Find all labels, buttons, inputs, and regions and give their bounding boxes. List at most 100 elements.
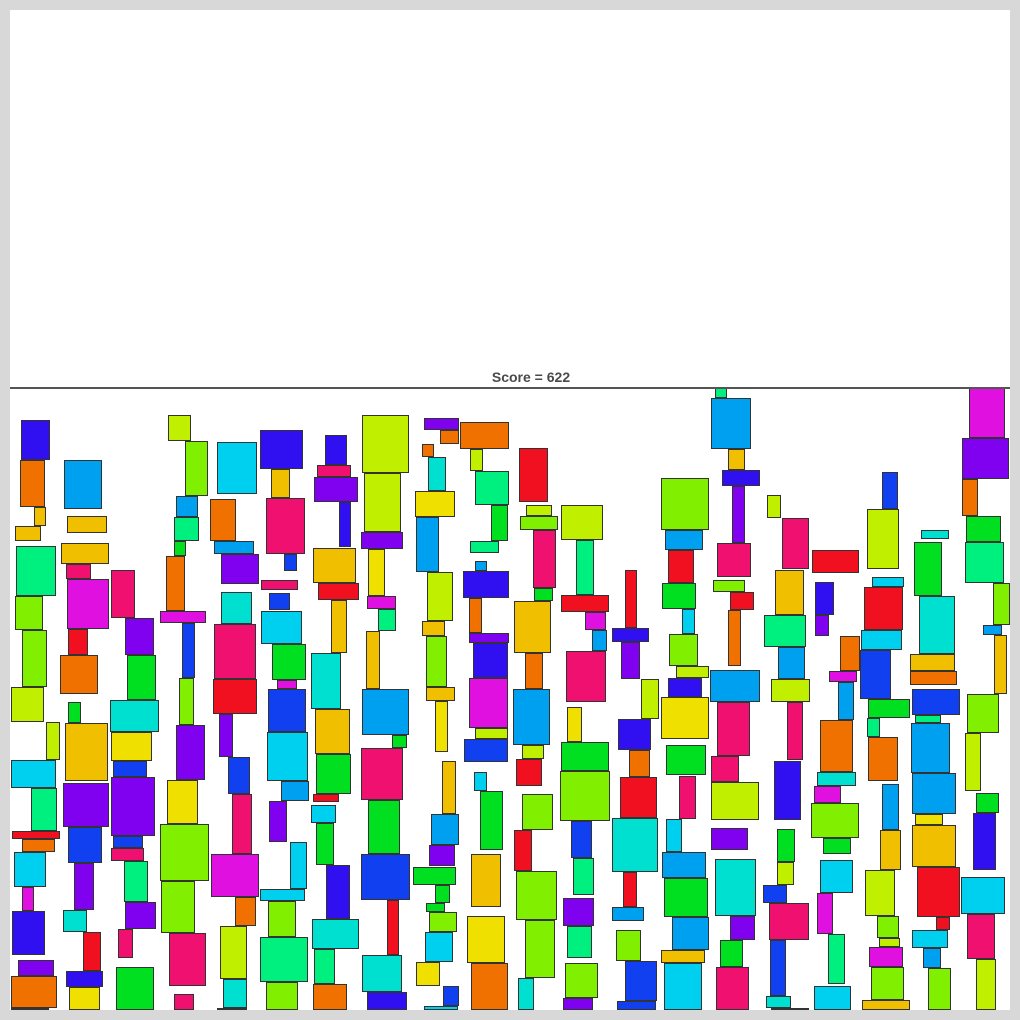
stacked-block xyxy=(361,748,403,800)
stacked-block xyxy=(838,682,854,720)
stacked-block xyxy=(491,505,508,541)
stacked-block xyxy=(516,871,557,920)
stacked-block xyxy=(560,771,610,821)
block-column xyxy=(10,10,60,1010)
stacked-block xyxy=(166,556,185,611)
stacked-block xyxy=(313,984,347,1010)
stacked-block xyxy=(331,600,347,653)
stacked-block xyxy=(67,516,107,533)
stacked-block xyxy=(475,471,509,505)
stacked-block xyxy=(12,831,60,839)
stacked-block xyxy=(416,517,439,572)
stacked-block xyxy=(522,794,553,830)
stacked-block xyxy=(311,805,336,823)
stacked-block xyxy=(771,1008,809,1010)
stacked-block xyxy=(469,678,508,728)
stacked-block xyxy=(966,516,1001,542)
stacked-block xyxy=(281,781,309,801)
stacked-block xyxy=(125,902,156,929)
stacked-block xyxy=(63,783,109,827)
stacked-block xyxy=(66,971,103,987)
block-column xyxy=(210,10,260,1010)
stacked-block xyxy=(387,900,399,955)
stacked-block xyxy=(828,934,845,984)
stacked-block xyxy=(967,914,995,959)
stacked-block xyxy=(612,818,658,872)
stacked-block xyxy=(771,679,810,702)
stacked-block xyxy=(764,615,806,647)
stacked-block xyxy=(817,772,856,786)
stacked-block xyxy=(314,477,358,502)
block-column xyxy=(710,10,760,1010)
stacked-block xyxy=(715,388,727,398)
stacked-block xyxy=(563,998,593,1010)
stacked-block xyxy=(74,863,94,910)
stacked-block xyxy=(993,583,1010,625)
stacked-block xyxy=(160,824,209,881)
stacked-block xyxy=(475,561,487,571)
game-board: Score = 622 xyxy=(10,10,1010,1010)
stacked-block xyxy=(661,950,705,963)
stacked-block xyxy=(912,773,956,814)
stacked-block xyxy=(464,739,508,762)
stacked-block xyxy=(268,901,296,937)
stacked-block xyxy=(817,893,833,934)
stacked-block xyxy=(820,860,853,893)
stacked-block xyxy=(722,470,760,486)
stacked-block xyxy=(911,723,950,773)
stacked-block xyxy=(182,623,195,678)
stacked-block xyxy=(217,1008,247,1010)
stacked-block xyxy=(882,472,898,509)
stacked-block xyxy=(12,911,45,955)
block-column xyxy=(260,10,310,1010)
stacked-block xyxy=(167,780,198,824)
stacked-block xyxy=(318,583,359,600)
stacked-block xyxy=(915,715,941,723)
stacked-block xyxy=(362,689,409,735)
stacked-block xyxy=(364,473,401,532)
stacked-block xyxy=(665,530,703,550)
stacked-block xyxy=(431,814,459,845)
stacked-block xyxy=(717,543,751,577)
stacked-block xyxy=(316,754,351,794)
stacked-block xyxy=(923,948,941,968)
stacked-block xyxy=(221,554,259,584)
stacked-block xyxy=(271,469,290,498)
stacked-block xyxy=(116,967,154,1010)
stacked-block xyxy=(228,757,250,794)
stacked-block xyxy=(815,582,834,615)
stacked-block xyxy=(534,588,553,601)
stacked-block xyxy=(113,761,147,777)
stacked-block xyxy=(763,885,787,903)
stacked-block xyxy=(914,542,942,596)
stacked-block xyxy=(46,722,60,760)
stacked-block xyxy=(69,987,100,1010)
score-display: Score = 622 xyxy=(10,369,1010,385)
stacked-block xyxy=(618,719,651,750)
stacked-block xyxy=(573,858,594,895)
stacked-block xyxy=(268,689,306,732)
stacked-block xyxy=(422,621,445,636)
stacked-block xyxy=(63,910,87,932)
stacked-block xyxy=(442,761,456,814)
stacked-block xyxy=(61,543,109,564)
stacked-block xyxy=(716,967,749,1010)
stacked-block xyxy=(617,1001,656,1010)
stacked-block xyxy=(782,518,809,569)
stacked-block xyxy=(425,932,453,962)
stacked-block xyxy=(223,979,247,1008)
stacked-block xyxy=(513,689,550,745)
stacked-block xyxy=(20,460,45,507)
block-column xyxy=(960,10,1010,1010)
stacked-block xyxy=(516,759,542,786)
stacked-block xyxy=(18,960,54,976)
stacked-block xyxy=(367,596,396,609)
stacked-block xyxy=(877,916,899,938)
stacked-block xyxy=(118,929,133,958)
stacked-block xyxy=(471,963,508,1010)
stacked-block xyxy=(668,550,694,583)
stacked-block xyxy=(361,532,403,549)
stacked-block xyxy=(561,505,603,540)
stacked-block xyxy=(815,615,829,636)
stacked-block xyxy=(770,940,786,996)
